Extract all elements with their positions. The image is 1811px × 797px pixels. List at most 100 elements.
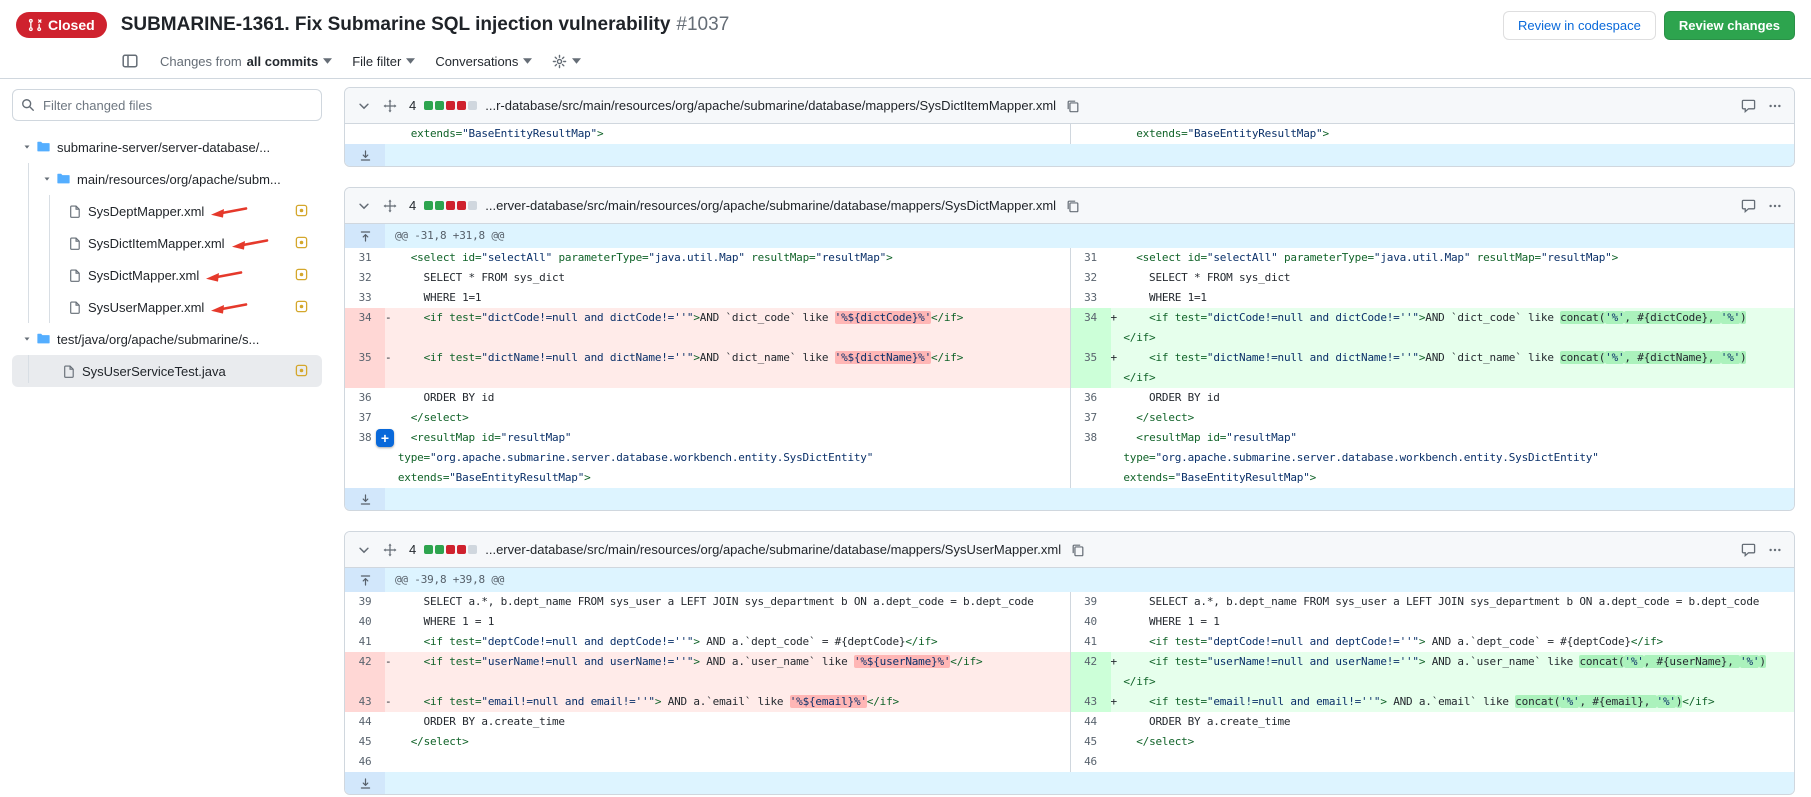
- tree-file[interactable]: SysDictItemMapper.xml: [12, 227, 322, 259]
- file-comment-button[interactable]: [1739, 196, 1758, 215]
- code-line: WHERE 1 = 1: [1111, 612, 1795, 632]
- expand-bar: [385, 144, 1794, 166]
- tree-folder[interactable]: test/java/org/apache/submarine/s...: [12, 323, 322, 355]
- diff-row: [345, 488, 1794, 510]
- diff-settings-menu[interactable]: [552, 54, 581, 69]
- line-number[interactable]: 40: [1071, 612, 1111, 632]
- expand-hunk-button[interactable]: [345, 224, 385, 248]
- copy-path-button[interactable]: [1064, 197, 1082, 215]
- collapse-file-button[interactable]: [355, 541, 373, 559]
- drag-move-icon[interactable]: [381, 97, 399, 115]
- line-number[interactable]: 45: [1071, 732, 1111, 752]
- caret-down-icon: [406, 58, 415, 64]
- code-line: ORDER BY a.create_time: [1111, 712, 1795, 732]
- line-number[interactable]: 43: [1071, 692, 1111, 712]
- line-number[interactable]: 37: [1071, 408, 1111, 428]
- changed-lines-count: 4: [409, 198, 416, 213]
- diff-row: extends="BaseEntityResultMap"> extends="…: [345, 124, 1794, 144]
- review-in-codespace-button[interactable]: Review in codespace: [1503, 11, 1656, 40]
- filter-files-input[interactable]: [12, 89, 322, 121]
- line-number[interactable]: 44: [345, 712, 385, 732]
- tree-folder[interactable]: main/resources/org/apache/subm...: [12, 163, 322, 195]
- line-number[interactable]: 34: [1071, 308, 1111, 348]
- changed-lines-count: 4: [409, 98, 416, 113]
- file-menu-button[interactable]: [1766, 541, 1784, 559]
- line-number[interactable]: 40: [345, 612, 385, 632]
- diff-list: 4 ...r-database/src/main/resources/org/ap…: [334, 79, 1811, 797]
- expand-diff-button[interactable]: [345, 144, 385, 166]
- expand-diff-button[interactable]: [345, 772, 385, 794]
- sidebar-toggle-button[interactable]: [120, 51, 140, 71]
- file-comment-button[interactable]: [1739, 96, 1758, 115]
- line-number[interactable]: 33: [1071, 288, 1111, 308]
- tree-item-label: SysDeptMapper.xml: [88, 204, 204, 219]
- diff-cell: 44 ORDER BY a.create_time: [345, 712, 1070, 732]
- line-number[interactable]: 32: [1071, 268, 1111, 288]
- file-path-link[interactable]: ...r-database/src/main/resources/org/apa…: [485, 98, 1056, 113]
- diff-row: 40 WHERE 1 = 140 WHERE 1 = 1: [345, 612, 1794, 632]
- line-number[interactable]: 35: [1071, 348, 1111, 388]
- tree-file[interactable]: SysUserServiceTest.java: [12, 355, 322, 387]
- line-number[interactable]: 41: [345, 632, 385, 652]
- caret-down-icon: [20, 334, 34, 344]
- expand-hunk-button[interactable]: [345, 568, 385, 592]
- tree-file[interactable]: SysUserMapper.xml: [12, 291, 322, 323]
- pr-closed-icon: [28, 18, 42, 32]
- diff-row: @@ -31,8 +31,8 @@: [345, 224, 1794, 248]
- code-line: ORDER BY id: [1111, 388, 1795, 408]
- line-number[interactable]: 35: [345, 348, 385, 388]
- line-number[interactable]: [345, 124, 385, 144]
- modified-file-icon: [295, 364, 308, 377]
- file-comment-button[interactable]: [1739, 540, 1758, 559]
- line-number[interactable]: 42: [1071, 652, 1111, 692]
- tree-file[interactable]: SysDictMapper.xml: [12, 259, 322, 291]
- line-number[interactable]: [1071, 124, 1111, 144]
- code-line: extends="BaseEntityResultMap">: [385, 124, 1070, 144]
- line-number[interactable]: 33: [345, 288, 385, 308]
- line-number[interactable]: 41: [1071, 632, 1111, 652]
- copy-path-button[interactable]: [1069, 541, 1087, 559]
- tree-file[interactable]: SysDeptMapper.xml: [12, 195, 322, 227]
- line-number[interactable]: 31: [1071, 248, 1111, 268]
- line-number[interactable]: 44: [1071, 712, 1111, 732]
- line-number[interactable]: 36: [1071, 388, 1111, 408]
- tree-folder[interactable]: submarine-server/server-database/...: [12, 131, 322, 163]
- collapse-file-button[interactable]: [355, 97, 373, 115]
- line-number[interactable]: 31: [345, 248, 385, 268]
- add-comment-button[interactable]: +: [376, 429, 394, 447]
- line-number[interactable]: 46: [1071, 752, 1111, 772]
- review-changes-button[interactable]: Review changes: [1664, 11, 1795, 40]
- file-menu-button[interactable]: [1766, 197, 1784, 215]
- conversations-menu[interactable]: Conversations: [435, 54, 532, 69]
- line-number[interactable]: 37: [345, 408, 385, 428]
- line-number[interactable]: 46: [345, 752, 385, 772]
- file-menu-button[interactable]: [1766, 97, 1784, 115]
- line-number[interactable]: 34: [345, 308, 385, 348]
- diff-cell: 46: [345, 752, 1070, 772]
- diff-row: 34- <if test="dictCode!=null and dictCod…: [345, 308, 1794, 348]
- collapse-file-button[interactable]: [355, 197, 373, 215]
- drag-move-icon[interactable]: [381, 541, 399, 559]
- annotation-arrow-icon: [210, 301, 248, 314]
- line-number[interactable]: 39: [1071, 592, 1111, 612]
- line-number[interactable]: 32: [345, 268, 385, 288]
- expand-diff-button[interactable]: [345, 488, 385, 510]
- file-icon: [68, 300, 82, 315]
- diffstat-block: [457, 545, 466, 554]
- line-number[interactable]: 42: [345, 652, 385, 692]
- changes-from-menu[interactable]: Changes from all commits: [160, 54, 332, 69]
- file-filter-menu[interactable]: File filter: [352, 54, 415, 69]
- copy-path-button[interactable]: [1064, 97, 1082, 115]
- line-number[interactable]: 45: [345, 732, 385, 752]
- line-number[interactable]: 36: [345, 388, 385, 408]
- diff-cell: 39 SELECT a.*, b.dept_name FROM sys_user…: [1070, 592, 1795, 612]
- line-number[interactable]: 39: [345, 592, 385, 612]
- line-number[interactable]: 43: [345, 692, 385, 712]
- diffstat-block: [424, 201, 433, 210]
- file-path-link[interactable]: ...erver-database/src/main/resources/org…: [485, 198, 1056, 213]
- line-number[interactable]: 38: [1071, 428, 1111, 488]
- file-path-link[interactable]: ...erver-database/src/main/resources/org…: [485, 542, 1061, 557]
- diff-cell: extends="BaseEntityResultMap">: [345, 124, 1070, 144]
- drag-move-icon[interactable]: [381, 197, 399, 215]
- code-line: SELECT a.*, b.dept_name FROM sys_user a …: [385, 592, 1070, 612]
